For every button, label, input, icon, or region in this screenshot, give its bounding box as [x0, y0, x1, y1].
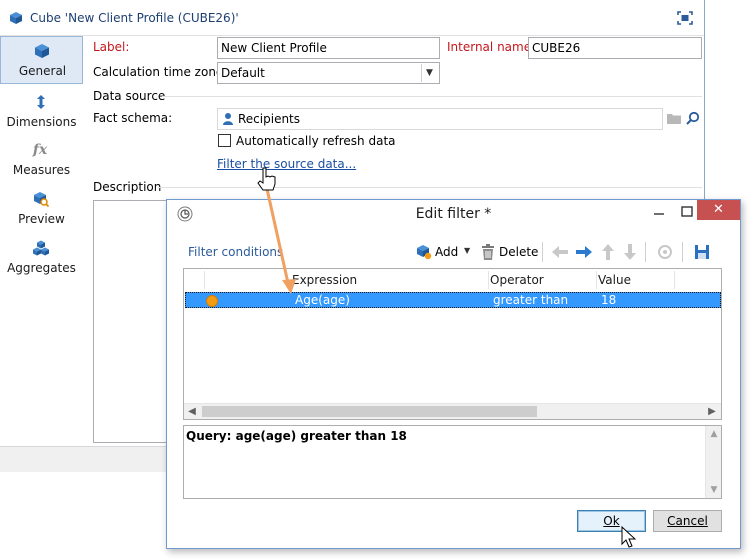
- arrow-left-icon[interactable]: [551, 244, 569, 260]
- label-input[interactable]: New Client Profile: [217, 37, 440, 59]
- scrollbar-thumb[interactable]: [202, 406, 537, 417]
- timezone-select[interactable]: Default ▼: [217, 62, 440, 84]
- query-text: Query: age(age) greater than 18: [186, 429, 407, 443]
- delete-button-label: Delete: [499, 245, 539, 259]
- nav-item-general[interactable]: General: [0, 36, 83, 84]
- internal-name-input[interactable]: CUBE26: [528, 37, 702, 59]
- person-icon: [223, 113, 233, 125]
- expression-cell[interactable]: Age(age): [295, 293, 350, 307]
- dialog-title-bar: Edit filter * ✕: [167, 200, 740, 228]
- preview-magnifier-icon: [34, 192, 49, 207]
- filter-source-data-link[interactable]: Filter the source data...: [217, 157, 356, 171]
- nav-item-aggregates[interactable]: Aggregates: [0, 234, 83, 282]
- scroll-left-icon[interactable]: ◀: [185, 405, 199, 419]
- search-icon[interactable]: [686, 111, 700, 125]
- vertical-scrollbar[interactable]: ▲ ▼: [705, 426, 721, 498]
- column-header-value[interactable]: Value: [598, 273, 631, 287]
- toolbar-separator: [645, 242, 646, 262]
- maximize-icon[interactable]: [677, 11, 693, 25]
- cancel-button-label: Cancel: [667, 514, 708, 528]
- timezone-label: Calculation time zone:: [93, 65, 228, 79]
- column-divider: [488, 271, 489, 289]
- fact-schema-label: Fact schema:: [93, 111, 173, 125]
- side-navigation: General Dimensions fx Measures Preview A…: [0, 36, 83, 446]
- query-preview: Query: age(age) greater than 18 ▲ ▼: [183, 425, 722, 499]
- column-divider: [674, 271, 675, 289]
- nav-item-measures[interactable]: fx Measures: [0, 136, 83, 184]
- fact-schema-input[interactable]: Recipients: [217, 108, 663, 130]
- description-heading: Description: [93, 180, 162, 194]
- nav-item-label: Preview: [18, 212, 65, 226]
- arrow-right-icon[interactable]: [575, 244, 593, 260]
- scroll-up-icon[interactable]: ▲: [707, 427, 721, 441]
- toolbar-separator: [682, 242, 683, 262]
- section-divider: [162, 96, 702, 97]
- section-divider: [158, 187, 702, 188]
- close-button[interactable]: ✕: [697, 200, 740, 220]
- minimize-icon[interactable]: [649, 204, 669, 220]
- data-source-heading: Data source: [93, 89, 166, 103]
- nav-item-label: Aggregates: [7, 261, 76, 275]
- label-field-label: Label:: [93, 40, 130, 54]
- toolbar-separator: [542, 242, 543, 262]
- scroll-down-icon[interactable]: ▼: [707, 483, 721, 497]
- horizontal-scrollbar[interactable]: ◀ ▶: [184, 403, 721, 419]
- maximize-icon[interactable]: [677, 204, 697, 220]
- close-icon: ✕: [713, 202, 724, 217]
- chevron-down-icon[interactable]: ▼: [421, 64, 437, 82]
- window-title-bar: Cube 'New Client Profile (CUBE26)': [0, 0, 704, 36]
- operator-cell[interactable]: greater than: [493, 293, 568, 307]
- delete-button[interactable]: Delete: [479, 241, 539, 263]
- ok-button-label: Ok: [603, 514, 620, 528]
- column-divider: [596, 271, 597, 289]
- grid-header: Expression Operator Value: [184, 269, 721, 291]
- nav-item-label: Measures: [12, 163, 71, 177]
- dimensions-arrow-icon: [37, 95, 45, 109]
- add-button-label: Add: [435, 245, 459, 259]
- conditions-grid: Expression Operator Value Age(age) great…: [183, 268, 722, 420]
- table-row[interactable]: Age(age) greater than 18: [185, 292, 721, 308]
- ok-button[interactable]: Ok: [577, 510, 646, 532]
- folder-icon[interactable]: [667, 112, 681, 124]
- condition-status-icon: [206, 295, 218, 307]
- fx-icon: fx: [32, 142, 48, 158]
- description-textarea[interactable]: [93, 200, 168, 443]
- edit-filter-dialog: Edit filter * ✕ Filter conditions Add ▼: [166, 199, 741, 549]
- internal-name-label: Internal name:: [447, 40, 536, 54]
- auto-refresh-label: Automatically refresh data: [236, 134, 396, 148]
- save-icon[interactable]: [694, 244, 710, 260]
- timezone-value: Default: [221, 66, 265, 80]
- aggregates-cubes-icon: [33, 240, 49, 256]
- cube-icon: [35, 44, 49, 58]
- value-cell[interactable]: 18: [601, 293, 616, 307]
- cancel-button[interactable]: Cancel: [653, 510, 722, 532]
- refresh-icon[interactable]: [657, 244, 673, 260]
- window-title: Cube 'New Client Profile (CUBE26)': [30, 11, 239, 25]
- arrow-up-icon[interactable]: [600, 243, 616, 261]
- add-condition-icon: [417, 245, 432, 260]
- nav-item-label: Dimensions: [6, 115, 77, 129]
- column-header-expression[interactable]: Expression: [292, 273, 357, 287]
- scroll-right-icon[interactable]: ▶: [705, 405, 719, 419]
- column-header-operator[interactable]: Operator: [490, 273, 544, 287]
- filter-toolbar: Filter conditions Add ▼ Delete: [177, 238, 732, 266]
- auto-refresh-checkbox[interactable]: [218, 134, 231, 147]
- chevron-down-icon[interactable]: ▼: [464, 246, 470, 255]
- filter-conditions-label: Filter conditions: [188, 245, 284, 259]
- add-button[interactable]: Add ▼: [414, 241, 476, 263]
- nav-item-dimensions[interactable]: Dimensions: [0, 88, 83, 136]
- nav-item-preview[interactable]: Preview: [0, 185, 83, 233]
- column-divider: [204, 271, 205, 289]
- nav-item-label: General: [18, 64, 67, 78]
- trash-icon: [482, 244, 494, 260]
- arrow-down-icon[interactable]: [622, 243, 638, 261]
- cube-icon: [10, 12, 22, 24]
- fact-schema-value: Recipients: [238, 112, 301, 126]
